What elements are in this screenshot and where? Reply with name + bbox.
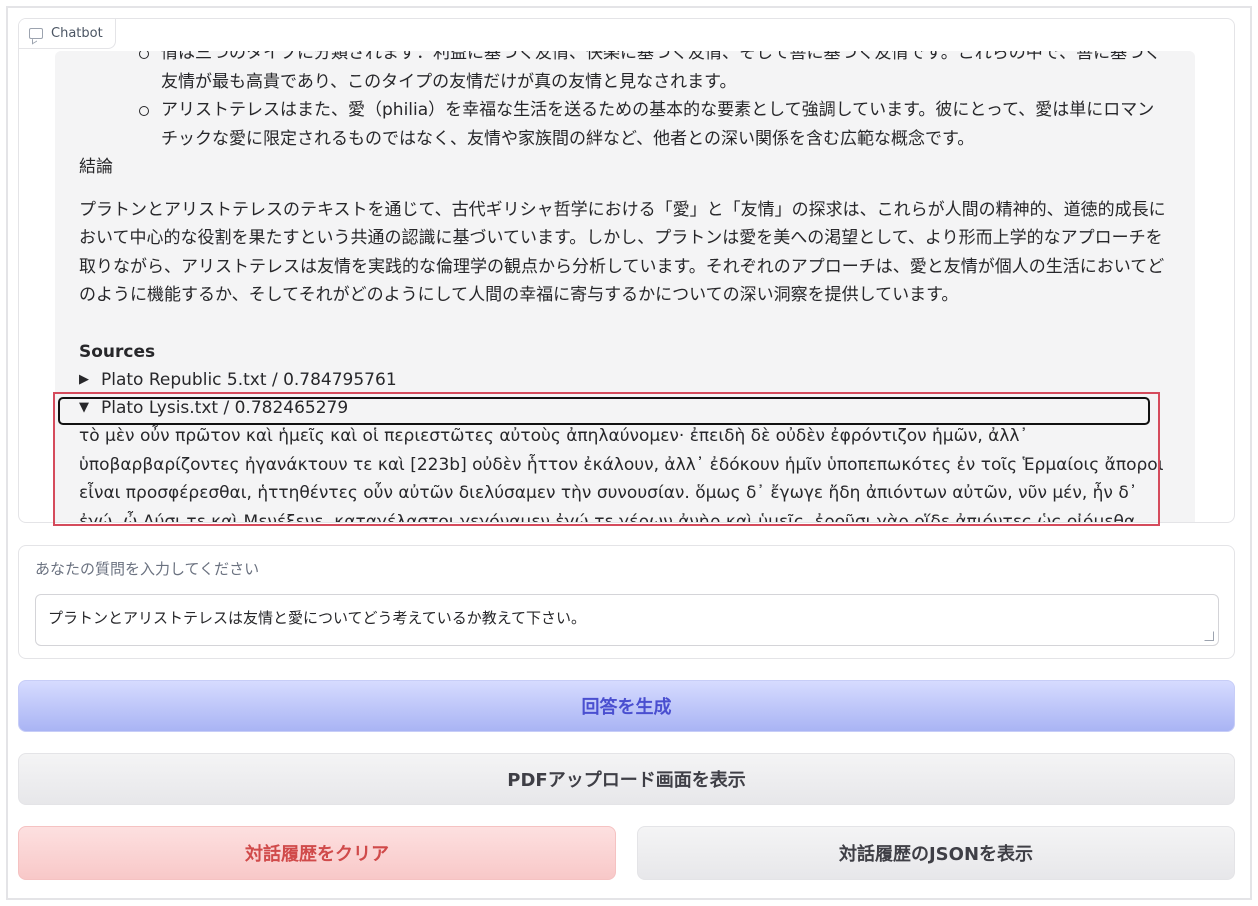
question-block: あなたの質問を入力してください プラトンとアリストテレスは友情と愛についてどう考… xyxy=(18,545,1235,659)
source-title: Plato Republic 5.txt / 0.784795761 xyxy=(101,369,397,390)
chat-scrollbar[interactable] xyxy=(1231,67,1235,522)
bot-message: 情は三つのタイプに分類されます：利益に基づく友情、快楽に基づく友情、そして善に基… xyxy=(55,51,1195,523)
source-title: Plato Lysis.txt / 0.782465279 xyxy=(101,397,349,418)
generate-answer-button[interactable]: 回答を生成 xyxy=(18,680,1235,732)
conclusion-heading: 結論 xyxy=(79,157,113,177)
expand-triangle-icon: ▶ xyxy=(79,371,89,387)
source-item-republic[interactable]: ▶ Plato Republic 5.txt / 0.784795761 xyxy=(79,366,1171,394)
collapse-triangle-icon: ▼ xyxy=(79,399,89,415)
bullet-list: 情は三つのタイプに分類されます：利益に基づく友情、快楽に基づく友情、そして善に基… xyxy=(79,51,1171,153)
list-item: 情は三つのタイプに分類されます：利益に基づく友情、快楽に基づく友情、そして善に基… xyxy=(139,51,1171,96)
chatbot-label-text: Chatbot xyxy=(51,26,103,41)
question-text: プラトンとアリストテレスは友情と愛についてどう考えているか教えて下さい。 xyxy=(48,609,587,627)
sources-heading: Sources xyxy=(79,341,156,362)
chat-bubble-icon xyxy=(29,28,43,39)
source-item-lysis[interactable]: ▼ Plato Lysis.txt / 0.782465279 xyxy=(79,394,1171,422)
source-excerpt: τὸ μὲν οὖν πρῶτον καὶ ἡμεῖς καὶ οἱ περιε… xyxy=(79,426,1164,523)
question-textarea[interactable]: プラトンとアリストテレスは友情と愛についてどう考えているか教えて下さい。 xyxy=(35,594,1219,646)
show-history-json-button[interactable]: 対話履歴のJSONを表示 xyxy=(637,826,1235,880)
clear-history-button[interactable]: 対話履歴をクリア xyxy=(18,826,616,880)
conclusion-paragraph: プラトンとアリストテレスのテキストを通じて、古代ギリシャ哲学における「愛」と「友… xyxy=(79,199,1166,306)
question-label: あなたの質問を入力してください xyxy=(35,560,260,578)
list-item: アリストテレスはまた、愛（philia）を幸福な生活を送るための基本的な要素とし… xyxy=(139,96,1171,153)
scroll-thumb[interactable] xyxy=(1234,363,1235,451)
chatbot-label: Chatbot xyxy=(19,19,116,49)
bot-message-content: 情は三つのタイプに分類されます：利益に基づく友情、快楽に基づく友情、そして善に基… xyxy=(55,51,1195,523)
chatbot-panel: Chatbot 情は三つのタイプに分類されます：利益に基づく友情、快楽に基づく友… xyxy=(18,18,1235,523)
resize-grip-icon[interactable] xyxy=(1204,631,1214,641)
show-pdf-upload-button[interactable]: PDFアップロード画面を表示 xyxy=(18,753,1235,805)
